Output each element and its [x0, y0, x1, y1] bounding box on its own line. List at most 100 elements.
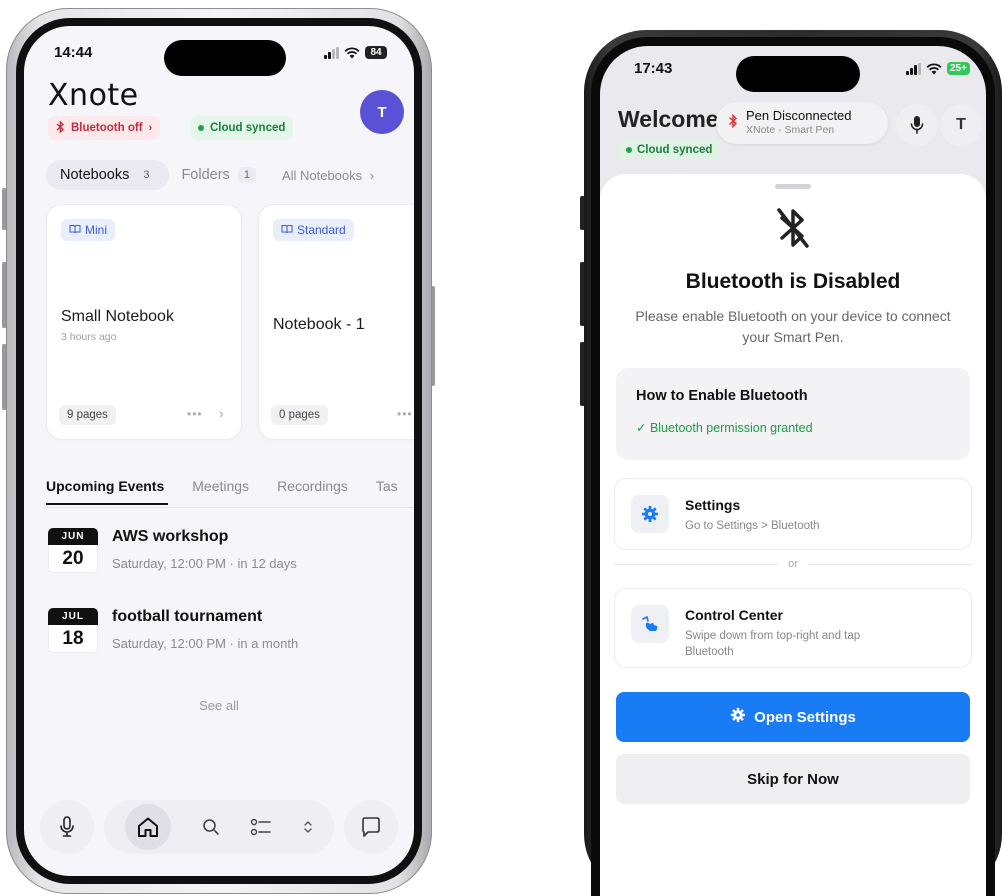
all-notebooks-label: All Notebooks	[281, 167, 363, 183]
event-day: 20	[48, 545, 98, 573]
cloud-sync-chip: Cloud synced	[190, 116, 294, 140]
all-notebooks-link[interactable]: All Notebooks ›	[282, 168, 374, 183]
gear-icon	[730, 707, 746, 727]
microphone-button[interactable]	[896, 104, 938, 146]
status-time: 17:43	[634, 60, 673, 77]
chevron-right-icon: ›	[369, 167, 375, 183]
right-phone-screen: 17:43 25+ Welcome Cloud synced Pen Disco…	[600, 46, 986, 896]
battery-icon: 84	[365, 46, 387, 59]
control-center-option[interactable]: Control Center Swipe down from top-right…	[614, 588, 972, 668]
checklist-icon[interactable]	[250, 818, 272, 836]
bluetooth-off-icon	[728, 113, 738, 133]
wifi-icon	[926, 62, 942, 75]
pen-status-subtitle: XNote - Smart Pen	[746, 124, 835, 136]
pen-status-title: Pen Disconnected	[746, 108, 852, 123]
notebook-updated-time: 3 hours ago	[61, 331, 117, 343]
welcome-heading: Welcome	[618, 106, 718, 132]
battery-icon: 25+	[947, 62, 970, 75]
event-month: JUL	[48, 608, 98, 625]
event-tabs: Upcoming Events Meetings Recordings Tas	[46, 478, 398, 505]
book-icon	[69, 223, 81, 237]
notebook-title: Small Notebook	[61, 308, 174, 325]
signal-icon	[906, 62, 921, 75]
swipe-gesture-icon	[631, 605, 669, 643]
microphone-icon	[59, 816, 75, 838]
settings-option[interactable]: Settings Go to Settings > Bluetooth	[614, 478, 972, 550]
notebook-tabs: Notebooks 3 Folders 1 All Notebooks ›	[46, 160, 374, 190]
tab-folders-label: Folders	[181, 167, 230, 183]
pen-status-pill[interactable]: Pen Disconnected XNote - Smart Pen	[716, 102, 888, 144]
tab-upcoming-events[interactable]: Upcoming Events	[46, 478, 169, 505]
event-title: AWS workshop	[112, 528, 229, 545]
settings-option-subtitle: Go to Settings > Bluetooth	[685, 520, 820, 532]
event-title: football tournament	[112, 608, 263, 625]
app-logo: Xnote	[48, 78, 139, 113]
bluetooth-status-chip[interactable]: Bluetooth off ›	[48, 116, 161, 140]
tab-tasks[interactable]: Tas	[376, 478, 398, 494]
control-center-subtitle: Swipe down from top-right and tap Blueto…	[685, 630, 861, 658]
event-day: 18	[48, 625, 98, 653]
avatar[interactable]: T	[940, 104, 982, 146]
event-time: Saturday, 12:00 PM · in a month	[112, 636, 299, 651]
page-count: 0 pages	[271, 405, 328, 425]
event-item[interactable]: JUN 20 AWS workshop Saturday, 12:00 PM ·…	[48, 528, 408, 574]
status-icons: 25+	[906, 62, 970, 75]
badge-label: Mini	[85, 223, 108, 237]
see-all-link[interactable]: See all	[24, 698, 414, 713]
home-button[interactable]	[125, 804, 172, 850]
sheet-grabber[interactable]	[775, 184, 811, 189]
more-options-icon[interactable]: •••	[397, 407, 413, 421]
cloud-sync-label: Cloud synced	[637, 144, 713, 156]
settings-option-title: Settings	[685, 497, 741, 513]
sheet-description: Please enable Bluetooth on your device t…	[635, 308, 951, 345]
wifi-icon	[344, 46, 360, 59]
event-item[interactable]: JUL 18 football tournament Saturday, 12:…	[48, 608, 408, 654]
chevron-right-icon: ›	[148, 122, 153, 134]
avatar[interactable]: T	[360, 90, 404, 134]
tab-bar	[104, 800, 334, 854]
tab-notebooks[interactable]: Notebooks 3	[46, 160, 170, 190]
tab-notebooks-label: Notebooks	[60, 167, 130, 183]
control-center-title: Control Center	[685, 607, 783, 623]
event-month: JUN	[48, 528, 98, 545]
how-to-enable-panel: How to Enable Bluetooth ✓ Bluetooth perm…	[616, 368, 970, 460]
notebook-type-badge: Standard	[273, 219, 354, 241]
tab-meetings[interactable]: Meetings	[192, 478, 249, 494]
gear-icon	[631, 495, 669, 533]
event-time: Saturday, 12:00 PM · in 12 days	[112, 556, 297, 571]
permission-status: ✓ Bluetooth permission granted	[636, 421, 813, 435]
chevron-right-icon: ›	[219, 405, 224, 421]
page-count: 9 pages	[59, 405, 116, 425]
bluetooth-off-icon	[56, 120, 65, 136]
date-badge: JUL 18	[48, 608, 98, 653]
date-badge: JUN 20	[48, 528, 98, 573]
open-settings-label: Open Settings	[754, 708, 856, 726]
notebook-card[interactable]: Standard Notebook - 1 0 pages •••	[258, 204, 414, 440]
badge-label: Standard	[297, 223, 346, 237]
search-icon[interactable]	[202, 818, 220, 836]
signal-icon	[324, 46, 339, 59]
microphone-button[interactable]	[40, 800, 94, 854]
status-time: 14:44	[54, 44, 93, 61]
tab-recordings[interactable]: Recordings	[277, 478, 348, 494]
notebook-card[interactable]: Mini Small Notebook 3 hours ago 9 pages …	[46, 204, 242, 440]
notebook-type-badge: Mini	[61, 219, 116, 241]
book-icon	[281, 223, 293, 237]
chat-icon	[360, 816, 382, 838]
bluetooth-disabled-icon	[771, 204, 815, 252]
skip-label: Skip for Now	[747, 770, 839, 788]
tab-folders[interactable]: Folders 1	[177, 160, 269, 190]
open-settings-button[interactable]: Open Settings	[616, 692, 970, 742]
right-phone-frame: 17:43 25+ Welcome Cloud synced Pen Disco…	[584, 30, 1002, 896]
tab-notebooks-count: 3	[137, 167, 156, 183]
chevron-updown-icon[interactable]	[303, 820, 313, 834]
sheet-title: Bluetooth is Disabled	[685, 270, 901, 293]
left-phone-frame: 14:44 84 Xnote T Bluetooth off › Cloud s…	[6, 8, 432, 894]
skip-for-now-button[interactable]: Skip for Now	[616, 754, 970, 804]
sync-dot-icon	[198, 125, 204, 131]
chat-button[interactable]	[344, 800, 398, 854]
avatar-initial: T	[956, 116, 966, 133]
bottom-dock	[40, 796, 398, 858]
left-phone-screen: 14:44 84 Xnote T Bluetooth off › Cloud s…	[24, 26, 414, 876]
more-options-icon[interactable]: •••	[187, 407, 203, 421]
